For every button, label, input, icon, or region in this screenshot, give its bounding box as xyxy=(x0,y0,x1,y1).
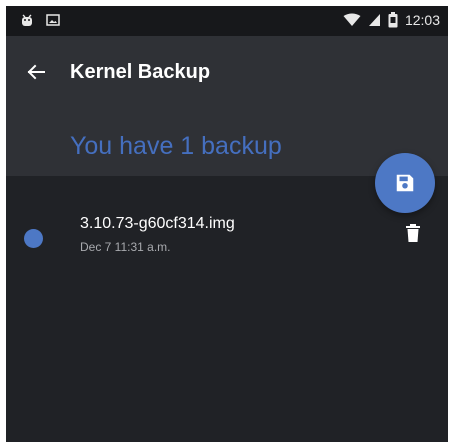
floppy-save-icon xyxy=(396,174,414,192)
battery-icon xyxy=(388,12,398,28)
backup-status-dot xyxy=(24,229,43,248)
page-title: Kernel Backup xyxy=(70,61,211,83)
status-left-icons xyxy=(20,13,60,27)
arrow-left-icon xyxy=(27,64,45,80)
app-bar: Kernel Backup You have 1 backup xyxy=(6,36,448,176)
backup-date: Dec 7 11:31 a.m. xyxy=(80,240,171,254)
wifi-icon xyxy=(343,13,361,26)
status-bar: 12:03 xyxy=(6,6,448,36)
screen: 12:03 Kernel Backup You have 1 backup 3.… xyxy=(6,6,448,442)
back-button[interactable] xyxy=(24,60,48,84)
backup-list-item[interactable]: 3.10.73-g60cf314.img Dec 7 11:31 a.m. xyxy=(6,201,448,271)
backup-count-summary: You have 1 backup xyxy=(70,132,282,160)
trash-icon xyxy=(406,224,420,242)
image-icon xyxy=(46,14,60,26)
status-right-icons: 12:03 xyxy=(343,12,440,28)
cellular-signal-icon xyxy=(368,14,380,26)
backup-file-name: 3.10.73-g60cf314.img xyxy=(80,215,235,232)
delete-backup-button[interactable] xyxy=(401,221,425,245)
status-time: 12:03 xyxy=(404,12,440,28)
android-robot-icon xyxy=(22,14,32,26)
